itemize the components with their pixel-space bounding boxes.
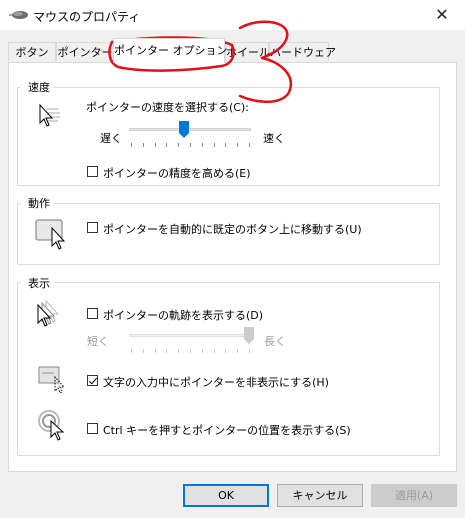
slider-tick: [178, 349, 179, 353]
trails-checkbox[interactable]: [87, 308, 98, 319]
tab-label: ホイール: [226, 46, 270, 59]
slider-tick: [143, 349, 144, 353]
slider-tick: [190, 143, 191, 147]
speed-slider-track: [129, 128, 251, 131]
ctrl-locate-checkbox[interactable]: [87, 423, 98, 434]
title-bar: マウスのプロパティ ✕: [0, 0, 465, 30]
slider-tick: [143, 143, 144, 147]
hide-while-typing-icon: [38, 366, 66, 393]
motion-group-label: 速度: [20, 79, 54, 95]
ctrl-locate-label[interactable]: Ctrl キーを押すとポインターの位置を表示する(S): [103, 422, 351, 438]
slider-tick: [155, 143, 156, 147]
tab-pointers[interactable]: ポインター: [56, 42, 114, 61]
slider-tick: [131, 143, 132, 147]
slow-label: 遅く: [100, 132, 122, 145]
trails-slider-track: [129, 334, 251, 337]
snap-label[interactable]: ポインターを自動的に既定のボタン上に移動する(U): [103, 221, 362, 237]
visibility-group-label: 表示: [20, 275, 54, 291]
slider-tick: [214, 143, 215, 147]
tab-label: ハードウェア: [270, 46, 336, 59]
pointer-speed-icon: [39, 103, 60, 127]
short-label: 短く: [87, 335, 109, 348]
tab-strip: ボタン ポインター ポインター オプション ホイール ハードウェア: [8, 38, 458, 63]
mouse-icon: [9, 11, 28, 19]
tab-label: ポインター オプション: [114, 44, 228, 57]
close-icon: ✕: [435, 5, 449, 24]
trails-slider-thumb[interactable]: [244, 327, 254, 345]
tab-label: ポインター: [57, 46, 113, 59]
slider-tick: [249, 143, 250, 147]
tab-pointer-options[interactable]: ポインター オプション: [113, 38, 228, 63]
precision-checkbox[interactable]: [87, 166, 98, 177]
slider-tick: [190, 349, 191, 353]
hide-while-typing-label[interactable]: 文字の入力中にポインターを非表示にする(H): [103, 374, 329, 390]
slider-tick: [249, 349, 250, 353]
slider-tick: [202, 349, 203, 353]
pointer-trails-icon: [37, 299, 60, 327]
cancel-button[interactable]: キャンセル: [277, 484, 363, 507]
ok-button[interactable]: OK: [183, 484, 269, 507]
slider-tick: [166, 143, 167, 147]
close-button[interactable]: ✕: [419, 0, 465, 30]
slider-tick: [214, 349, 215, 353]
hide-while-typing-checkbox[interactable]: [87, 375, 98, 386]
slider-tick: [155, 349, 156, 353]
speed-slider-thumb[interactable]: [179, 121, 189, 139]
slider-tick: [202, 143, 203, 147]
slider-tick: [225, 349, 226, 353]
apply-button[interactable]: 適用(A): [371, 484, 457, 507]
tab-buttons[interactable]: ボタン: [8, 42, 56, 61]
slider-tick: [237, 349, 238, 353]
long-label: 長く: [264, 335, 286, 348]
snap-checkbox[interactable]: [87, 222, 98, 233]
tab-hardware[interactable]: ハードウェア: [269, 42, 336, 61]
trails-label[interactable]: ポインターの軌跡を表示する(D): [103, 307, 263, 323]
slider-tick: [131, 349, 132, 353]
fast-label: 速く: [263, 132, 285, 145]
tab-label: ボタン: [15, 46, 49, 59]
window-title: マウスのプロパティ: [33, 10, 141, 24]
snap-group-label: 動作: [20, 195, 54, 211]
tab-wheel[interactable]: ホイール: [225, 42, 270, 61]
slider-tick: [225, 143, 226, 147]
slider-tick: [178, 143, 179, 147]
ctrl-locate-icon: [38, 410, 65, 441]
speed-label: ポインターの速度を選択する(C):: [86, 101, 249, 114]
snap-to-button-icon: [35, 219, 66, 250]
precision-label[interactable]: ポインターの精度を高める(E): [103, 165, 251, 181]
slider-tick: [166, 349, 167, 353]
slider-tick: [237, 143, 238, 147]
